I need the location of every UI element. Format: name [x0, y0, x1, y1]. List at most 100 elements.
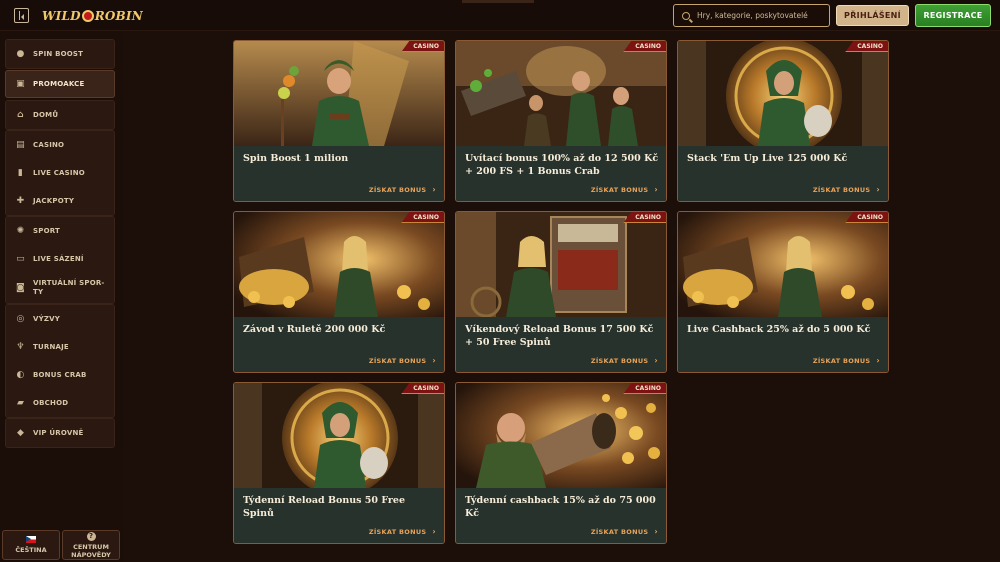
- get-bonus-link[interactable]: ZÍSKAT BONUS ›: [591, 185, 658, 194]
- get-bonus-link[interactable]: ZÍSKAT BONUS ›: [369, 185, 436, 194]
- get-bonus-label: ZÍSKAT BONUS: [812, 356, 871, 365]
- promo-card-body: Uvítací bonus 100% až do 12 500 Kč + 200…: [456, 146, 666, 201]
- sidebar-item-label: LIVE CASINO: [33, 169, 85, 177]
- trophy-icon: ♆: [16, 341, 25, 352]
- sidebar-toggle-icon[interactable]: [14, 8, 29, 23]
- shop-icon: ▰: [16, 397, 25, 408]
- login-button[interactable]: PŘIHLÁŠENÍ: [836, 5, 909, 26]
- get-bonus-link[interactable]: ZÍSKAT BONUS ›: [813, 356, 880, 365]
- get-bonus-label: ZÍSKAT BONUS: [590, 356, 649, 365]
- sidebar-item-virtualni-sporty[interactable]: ◙ VIRTUÁLNÍ SPOR- TY: [6, 273, 114, 303]
- promo-card-title: Stack 'Em Up Live 125 000 Kč: [687, 153, 848, 164]
- clover-icon: ✚: [16, 195, 25, 206]
- sidebar-item-live-casino[interactable]: ▮ LIVE CASINO: [6, 159, 114, 187]
- logo-target-icon: [81, 10, 94, 22]
- promo-card-body: Spin Boost 1 milion ZÍSKAT BONUS ›: [234, 146, 444, 201]
- chevron-right-icon: ›: [432, 527, 436, 536]
- logo-text-wild: WILD: [42, 9, 81, 23]
- diamond-icon: ◆: [16, 427, 25, 438]
- promo-card-title: Uvítací bonus 100% až do 12 500 Kč + 200…: [465, 153, 659, 177]
- get-bonus-link[interactable]: ZÍSKAT BONUS ›: [591, 527, 658, 536]
- search-input[interactable]: [697, 11, 827, 20]
- language-label: ČEŠTINA: [15, 546, 47, 554]
- sidebar-item-obchod[interactable]: ▰ OBCHOD: [6, 389, 114, 417]
- sidebar-item-label: LIVE SÁZENÍ: [33, 255, 84, 263]
- sidebar-item-turnaje[interactable]: ♆ TURNAJE: [6, 333, 114, 361]
- help-icon: ?: [86, 531, 96, 541]
- promo-card-title: Týdenní Reload Bonus 50 Free Spinů: [243, 495, 405, 519]
- sidebar-item-vip-urovne[interactable]: ◆ VIP ÚROVNĚ: [6, 419, 114, 447]
- home-icon: ⌂: [17, 109, 24, 120]
- sidebar-group-sport: ✺ SPORT ▭ LIVE SÁZENÍ ◙ VIRTUÁLNÍ SPOR- …: [5, 216, 115, 304]
- virtual-icon: ◙: [16, 282, 25, 293]
- sidebar: ● SPIN BOOST ▣ PROMOAKCE ⌂ DOMŮ ▤ CASINO…: [0, 31, 123, 562]
- sidebar-item-vyzvy[interactable]: ◎ VÝZVY: [6, 305, 114, 333]
- promo-card-live-cashback[interactable]: CASINO Live Cashback 25% až do 5 000 Kč …: [677, 211, 889, 373]
- sidebar-item-label: DOMŮ: [33, 111, 59, 119]
- get-bonus-link[interactable]: ZÍSKAT BONUS ›: [369, 356, 436, 365]
- sidebar-item-label: JACKPOTY: [33, 197, 75, 205]
- help-label-line2: NÁPOVĚDY: [71, 550, 111, 559]
- promo-card-weekly-reload[interactable]: CASINO Týdenní Reload Bonus 50 Free Spin…: [233, 382, 445, 544]
- sidebar-item-label: SPIN BOOST: [33, 50, 84, 58]
- get-bonus-label: ZÍSKAT BONUS: [368, 185, 427, 194]
- promo-card-welcome-bonus[interactable]: CASINO Uvítací bonus 100% až do 12 500 K…: [455, 40, 667, 202]
- sidebar-item-label: BONUS CRAB: [33, 371, 87, 379]
- search-box[interactable]: [673, 4, 830, 27]
- slot-icon: ▤: [16, 139, 25, 150]
- sidebar-item-bonus-crab[interactable]: ◐ BONUS CRAB: [6, 361, 114, 389]
- sidebar-item-spin-boost[interactable]: ● SPIN BOOST: [6, 40, 114, 68]
- logo[interactable]: WILD ROBIN: [42, 6, 143, 26]
- promo-card-roulette-race[interactable]: CASINO Závod v Ruletě 200 000 Kč ZÍSKAT …: [233, 211, 445, 373]
- sidebar-item-sport[interactable]: ✺ SPORT: [6, 217, 114, 245]
- sidebar-item-label: CASINO: [33, 141, 65, 149]
- top-tab-handle[interactable]: [462, 0, 534, 3]
- promo-card-stack-em-up[interactable]: CASINO Stack 'Em Up Live 125 000 Kč ZÍSK…: [677, 40, 889, 202]
- get-bonus-link[interactable]: ZÍSKAT BONUS ›: [591, 356, 658, 365]
- top-header: WILD ROBIN PŘIHLÁŠENÍ REGISTRACE: [0, 0, 1000, 31]
- promo-card-title: Závod v Ruletě 200 000 Kč: [243, 324, 386, 335]
- cards-icon: ▮: [17, 167, 24, 178]
- promo-card-image: [456, 383, 666, 488]
- promo-card-image: [678, 41, 888, 146]
- chevron-right-icon: ›: [432, 185, 436, 194]
- promo-card-image: [234, 383, 444, 488]
- get-bonus-link[interactable]: ZÍSKAT BONUS ›: [813, 185, 880, 194]
- promo-card-title: Spin Boost 1 milion: [243, 153, 349, 164]
- sidebar-item-label-line1: VIRTUÁLNÍ SPOR-: [33, 279, 105, 287]
- sidebar-group-home: ⌂ DOMŮ: [5, 100, 115, 130]
- promo-card-title: Týdenní cashback 15% až do 75 000 Kč: [465, 495, 656, 519]
- search-icon: [682, 11, 690, 20]
- sidebar-item-casino[interactable]: ▤ CASINO: [6, 131, 114, 159]
- chevron-right-icon: ›: [876, 185, 880, 194]
- get-bonus-label: ZÍSKAT BONUS: [368, 527, 427, 536]
- get-bonus-link[interactable]: ZÍSKAT BONUS ›: [369, 527, 436, 536]
- promo-card-image: [234, 212, 444, 317]
- promo-card-title: Live Cashback 25% až do 5 000 Kč: [687, 324, 871, 335]
- promo-card-title: Víkendový Reload Bonus 17 500 Kč + 50 Fr…: [465, 324, 654, 348]
- chevron-right-icon: ›: [876, 356, 880, 365]
- get-bonus-label: ZÍSKAT BONUS: [368, 356, 427, 365]
- promo-card-spin-boost[interactable]: CASINO Spin Boost 1 milion ZÍSKAT BONUS …: [233, 40, 445, 202]
- promo-card-body: Víkendový Reload Bonus 17 500 Kč + 50 Fr…: [456, 317, 666, 372]
- sidebar-item-domu[interactable]: ⌂ DOMŮ: [6, 101, 114, 129]
- sidebar-item-promoakce[interactable]: ▣ PROMOAKCE: [5, 70, 115, 98]
- logo-text-robin: ROBIN: [94, 9, 143, 23]
- sidebar-item-label: PROMOAKCE: [33, 80, 85, 88]
- register-button[interactable]: REGISTRACE: [915, 4, 991, 27]
- sidebar-group-casino: ▤ CASINO ▮ LIVE CASINO ✚ JACKPOTY: [5, 130, 115, 216]
- sidebar-item-jackpoty[interactable]: ✚ JACKPOTY: [6, 187, 114, 215]
- sidebar-item-label: VIRTUÁLNÍ SPOR- TY: [33, 279, 105, 297]
- coin-bag-icon: ●: [16, 48, 25, 59]
- sidebar-item-live-sazeni[interactable]: ▭ LIVE SÁZENÍ: [6, 245, 114, 273]
- get-bonus-label: ZÍSKAT BONUS: [590, 527, 649, 536]
- promo-card-body: Závod v Ruletě 200 000 Kč ZÍSKAT BONUS ›: [234, 317, 444, 372]
- help-center-button[interactable]: ? CENTRUM NÁPOVĚDY: [62, 530, 120, 560]
- promo-card-weekend-reload[interactable]: CASINO Víkendový Reload Bonus 17 500 Kč …: [455, 211, 667, 373]
- chevron-right-icon: ›: [654, 356, 658, 365]
- promo-card-weekly-cashback[interactable]: CASINO Týdenní cashback 15% až do 75 000…: [455, 382, 667, 544]
- get-bonus-label: ZÍSKAT BONUS: [590, 185, 649, 194]
- sidebar-item-label: TURNAJE: [33, 343, 69, 351]
- promo-card-image: [678, 212, 888, 317]
- language-button[interactable]: ČEŠTINA: [2, 530, 60, 560]
